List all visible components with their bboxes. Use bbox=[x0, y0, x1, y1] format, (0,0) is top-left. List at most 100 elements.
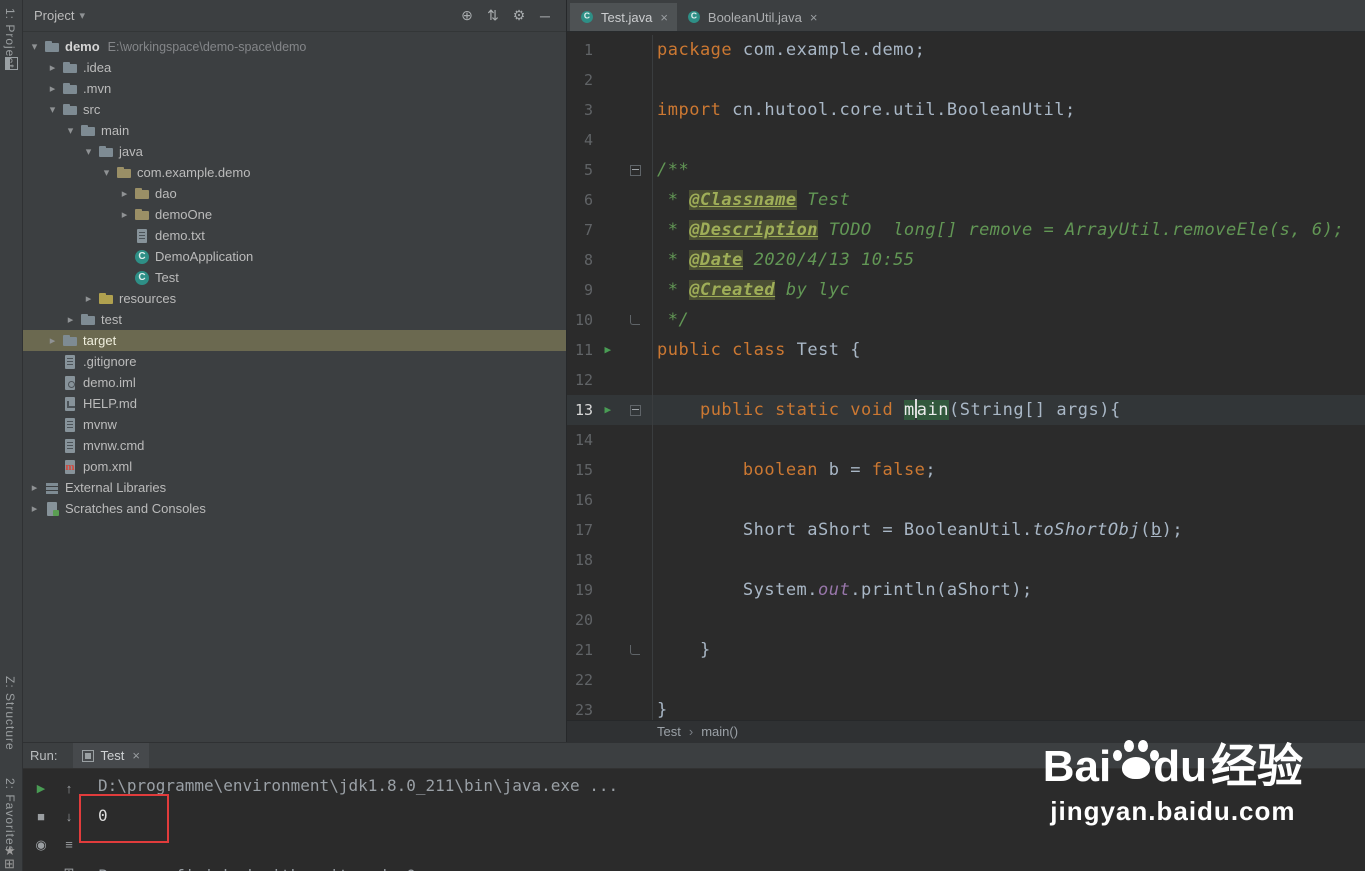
tree-item-pom-xml[interactable]: pom.xml bbox=[22, 456, 566, 477]
collapse-arrow-icon[interactable]: ▸ bbox=[28, 481, 41, 494]
run-gutter-icon[interactable]: ▶ bbox=[593, 335, 623, 365]
collapse-arrow-icon[interactable]: ▸ bbox=[118, 187, 131, 200]
fold-marker-icon[interactable] bbox=[623, 164, 647, 176]
class-icon bbox=[134, 270, 150, 286]
code-line-14[interactable]: 14 bbox=[567, 425, 1365, 455]
project-toolwindow-icon[interactable] bbox=[5, 57, 18, 70]
expand-arrow-icon[interactable]: ▾ bbox=[64, 124, 77, 137]
line-number: 12 bbox=[574, 371, 593, 389]
toolstripe-structure-button[interactable]: Z: Structure bbox=[3, 676, 17, 751]
tree-item-external-libraries[interactable]: ▸ External Libraries bbox=[22, 477, 566, 498]
code-line-4[interactable]: 4 bbox=[567, 125, 1365, 155]
code-line-3[interactable]: 3 import cn.hutool.core.util.BooleanUtil; bbox=[567, 95, 1365, 125]
grid-icon[interactable]: ⊞ bbox=[61, 865, 77, 871]
tree-item-demo[interactable]: ▾ demo E:\workingspace\demo-space\demo bbox=[22, 36, 566, 57]
tree-item-dao[interactable]: ▸ dao bbox=[22, 183, 566, 204]
expand-arrow-icon[interactable]: ▾ bbox=[28, 40, 41, 53]
toolwindow-grid-icon[interactable]: ⊞ bbox=[4, 856, 15, 871]
tree-item-com-example-demo[interactable]: ▾ com.example.demo bbox=[22, 162, 566, 183]
code-line-12[interactable]: 12 bbox=[567, 365, 1365, 395]
tree-item-target[interactable]: ▸ target bbox=[22, 330, 566, 351]
collapse-arrow-icon[interactable]: ▸ bbox=[118, 208, 131, 221]
expand-arrow-icon[interactable]: ▾ bbox=[100, 166, 113, 179]
navigate-up-icon[interactable]: ↑ bbox=[61, 781, 77, 797]
more-icon[interactable]: ⋯ bbox=[33, 865, 49, 871]
hide-panel-icon[interactable]: ─ bbox=[532, 8, 558, 24]
collapse-all-icon[interactable]: ⇅ bbox=[480, 7, 506, 24]
code-line-15[interactable]: 15 boolean b = false; bbox=[567, 455, 1365, 485]
console-settings-icon[interactable]: ≡ bbox=[61, 837, 77, 853]
code-line-7[interactable]: 7 * @Description TODO long[] remove = Ar… bbox=[567, 215, 1365, 245]
close-tab-icon[interactable]: × bbox=[660, 10, 668, 25]
fold-marker-icon[interactable] bbox=[623, 645, 647, 655]
project-view-title[interactable]: Project bbox=[34, 8, 74, 23]
fold-marker-icon[interactable] bbox=[623, 404, 647, 416]
close-tab-icon[interactable]: × bbox=[132, 748, 140, 763]
tree-item-demoapplication[interactable]: DemoApplication bbox=[22, 246, 566, 267]
toolstripe-favorites-button[interactable]: 2: Favorites bbox=[3, 778, 17, 853]
code-text: * @Created by lyc bbox=[657, 280, 851, 300]
expand-arrow-icon[interactable]: ▾ bbox=[46, 103, 59, 116]
collapse-arrow-icon[interactable]: ▸ bbox=[46, 61, 59, 74]
tree-item-demo-iml[interactable]: demo.iml bbox=[22, 372, 566, 393]
fold-marker-icon[interactable] bbox=[623, 315, 647, 325]
collapse-arrow-icon[interactable]: ▸ bbox=[46, 334, 59, 347]
code-line-5[interactable]: 5 /** bbox=[567, 155, 1365, 185]
tree-item--gitignore[interactable]: .gitignore bbox=[22, 351, 566, 372]
tree-item-test[interactable]: ▸ test bbox=[22, 309, 566, 330]
navigate-down-icon[interactable]: ↓ bbox=[61, 809, 77, 825]
tree-item-main[interactable]: ▾ main bbox=[22, 120, 566, 141]
code-line-10[interactable]: 10 */ bbox=[567, 305, 1365, 335]
breadcrumb-item-method[interactable]: main() bbox=[701, 724, 738, 739]
tree-item-src[interactable]: ▾ src bbox=[22, 99, 566, 120]
tree-item-mvnw[interactable]: mvnw bbox=[22, 414, 566, 435]
camera-icon[interactable]: ◉ bbox=[33, 837, 49, 853]
tree-item-test[interactable]: Test bbox=[22, 267, 566, 288]
lib-icon bbox=[44, 480, 60, 496]
chevron-down-icon[interactable]: ▾ bbox=[79, 9, 85, 22]
code-line-8[interactable]: 8 * @Date 2020/4/13 10:55 bbox=[567, 245, 1365, 275]
locate-file-icon[interactable]: ⊕ bbox=[454, 7, 480, 24]
code-line-17[interactable]: 17 Short aShort = BooleanUtil.toShortObj… bbox=[567, 515, 1365, 545]
code-line-20[interactable]: 20 bbox=[567, 605, 1365, 635]
run-tab-test[interactable]: Test × bbox=[73, 743, 149, 768]
stop-icon[interactable]: ■ bbox=[33, 809, 49, 825]
collapse-arrow-icon[interactable]: ▸ bbox=[46, 82, 59, 95]
breadcrumb-item-class[interactable]: Test bbox=[657, 724, 681, 739]
gutter: 4 bbox=[567, 125, 653, 155]
scratch-icon bbox=[44, 501, 60, 517]
tree-item-scratches-and-consoles[interactable]: ▸ Scratches and Consoles bbox=[22, 498, 566, 519]
code-line-19[interactable]: 19 System.out.println(aShort); bbox=[567, 575, 1365, 605]
code-line-2[interactable]: 2 bbox=[567, 65, 1365, 95]
tree-item-mvnw-cmd[interactable]: mvnw.cmd bbox=[22, 435, 566, 456]
tab-booleanutil-java[interactable]: BooleanUtil.java × bbox=[677, 3, 827, 31]
code-line-22[interactable]: 22 bbox=[567, 665, 1365, 695]
tree-item--idea[interactable]: ▸ .idea bbox=[22, 57, 566, 78]
tab-test-java[interactable]: Test.java × bbox=[570, 3, 677, 31]
tree-item-resources[interactable]: ▸ resources bbox=[22, 288, 566, 309]
code-line-6[interactable]: 6 * @Classname Test bbox=[567, 185, 1365, 215]
settings-gear-icon[interactable]: ⚙ bbox=[506, 7, 532, 24]
tree-item--mvn[interactable]: ▸ .mvn bbox=[22, 78, 566, 99]
rerun-icon[interactable]: ▶ bbox=[33, 781, 49, 797]
code-line-13[interactable]: 13 ▶ public static void m ain(String[] arg… bbox=[567, 395, 1365, 425]
collapse-arrow-icon[interactable]: ▸ bbox=[64, 313, 77, 326]
code-line-1[interactable]: 1 package com.example.demo; bbox=[567, 35, 1365, 65]
code-line-23[interactable]: 23} bbox=[567, 695, 1365, 720]
code-line-9[interactable]: 9 * @Created by lyc bbox=[567, 275, 1365, 305]
editor-code[interactable]: 1 package com.example.demo; 2 3 import cn.hu… bbox=[567, 32, 1365, 720]
tree-item-java[interactable]: ▾ java bbox=[22, 141, 566, 162]
tab-label: BooleanUtil.java bbox=[707, 9, 802, 25]
collapse-arrow-icon[interactable]: ▸ bbox=[82, 292, 95, 305]
code-line-16[interactable]: 16 bbox=[567, 485, 1365, 515]
tree-item-help-md[interactable]: HELP.md bbox=[22, 393, 566, 414]
close-tab-icon[interactable]: × bbox=[810, 10, 818, 25]
expand-arrow-icon[interactable]: ▾ bbox=[82, 145, 95, 158]
code-line-11[interactable]: 11 ▶ public class Test { bbox=[567, 335, 1365, 365]
run-gutter-icon[interactable]: ▶ bbox=[593, 395, 623, 425]
tree-item-demo-txt[interactable]: demo.txt bbox=[22, 225, 566, 246]
collapse-arrow-icon[interactable]: ▸ bbox=[28, 502, 41, 515]
code-line-21[interactable]: 21 } bbox=[567, 635, 1365, 665]
code-line-18[interactable]: 18 bbox=[567, 545, 1365, 575]
tree-item-demoone[interactable]: ▸ demoOne bbox=[22, 204, 566, 225]
